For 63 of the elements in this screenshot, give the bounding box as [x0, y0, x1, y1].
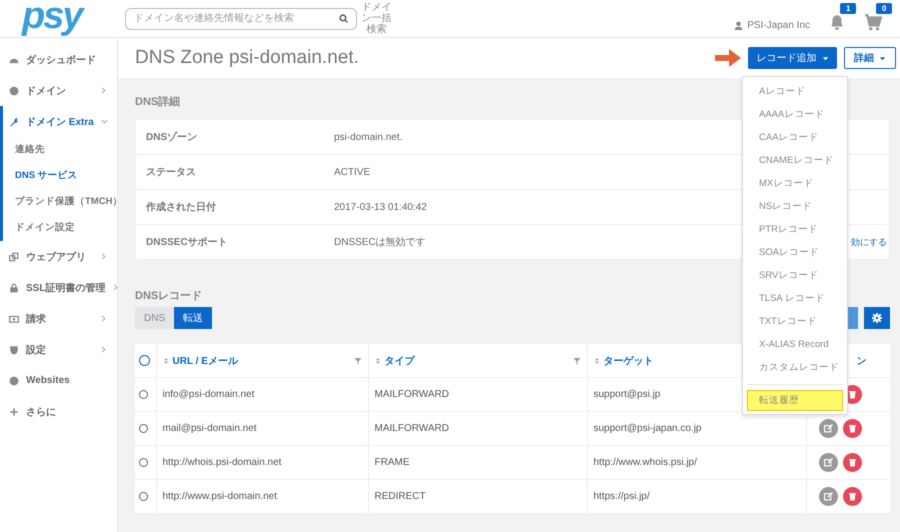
- sidebar-item[interactable]: 設定: [0, 334, 117, 365]
- sidebar-item[interactable]: 請求: [0, 303, 117, 334]
- column-header[interactable]: URL / Eメール: [172, 354, 350, 368]
- menu-item[interactable]: SRVレコード: [743, 264, 847, 287]
- table-cell: mail@psi-domain.net: [162, 423, 257, 434]
- tab[interactable]: 転送: [174, 307, 212, 329]
- table-cell: MAILFORWARD: [374, 389, 449, 400]
- enable-link[interactable]: 効にする: [851, 236, 887, 248]
- table-cell: http://www.psi-domain.net: [162, 491, 277, 502]
- sidebar-item[interactable]: さらに: [0, 396, 117, 427]
- sidebar-item[interactable]: ドメイン Extra: [3, 106, 117, 137]
- notification-count: 1: [840, 2, 856, 14]
- table-cell: support@psi-japan.co.jp: [594, 423, 702, 434]
- sidebar-item[interactable]: SSL証明書の管理: [0, 272, 117, 303]
- sidebar-subitem[interactable]: ドメイン設定: [3, 215, 117, 241]
- sidebar-item[interactable]: ドメイン: [0, 75, 117, 106]
- section-heading: DNSレコード: [135, 289, 202, 303]
- menu-item[interactable]: X-ALIAS Record: [743, 333, 847, 356]
- page-title: DNS Zone psi-domain.net.: [135, 47, 360, 69]
- user-name[interactable]: PSI-Japan Inc: [747, 20, 810, 31]
- table-cell: REDIRECT: [374, 491, 426, 502]
- table-cell: http://whois.psi-domain.net: [162, 457, 282, 468]
- search-field[interactable]: ドメイン名や連絡先情報などを検索: [125, 8, 357, 30]
- details-button[interactable]: 詳細: [844, 47, 896, 69]
- sidebar-subitem[interactable]: ブランド保護（TMCH）: [3, 189, 117, 215]
- table-cell: https://psi.jp/: [594, 491, 650, 502]
- menu-item[interactable]: NSレコード: [743, 195, 847, 218]
- menu-item[interactable]: CNAMEレコード: [743, 149, 847, 172]
- detail-label: DNSSECサポート: [146, 236, 229, 249]
- menu-item[interactable]: カスタムレコード: [743, 356, 847, 379]
- sidebar-item[interactable]: ウェブアプリ: [0, 241, 117, 272]
- sidebar-item[interactable]: ダッシュボード: [0, 44, 117, 75]
- section-heading: DNS詳細: [135, 94, 180, 109]
- table-cell: FRAME: [374, 457, 410, 468]
- detail-value: ACTIVE: [334, 166, 370, 178]
- bulk-search-link[interactable]: ドメイン一括検索: [361, 2, 392, 35]
- menu-item[interactable]: MXレコード: [743, 172, 847, 195]
- table-cell: info@psi-domain.net: [162, 389, 254, 400]
- detail-value: psi-domain.net.: [334, 132, 402, 142]
- column-header[interactable]: タイプ: [384, 354, 568, 368]
- table-cell: http://www.whois.psi.jp/: [594, 457, 697, 468]
- cart-count: 0: [876, 2, 892, 14]
- menu-item[interactable]: SOAレコード: [743, 241, 847, 264]
- menu-item[interactable]: TXTレコード: [743, 310, 847, 333]
- detail-label: ステータス: [146, 166, 197, 179]
- detail-label: 作成された日付: [146, 200, 217, 214]
- sidebar-subitem[interactable]: 連絡先: [3, 137, 117, 163]
- detail-label: DNSゾーン: [146, 130, 198, 144]
- detail-value: DNSSECは無効です: [334, 236, 426, 249]
- menu-item[interactable]: 転送履歴: [747, 390, 843, 411]
- tab[interactable]: DNS: [135, 307, 174, 329]
- detail-value: 2017-03-13 01:40:42: [334, 202, 427, 212]
- sidebar-item[interactable]: Websites: [0, 365, 117, 396]
- menu-item[interactable]: Aレコード: [743, 80, 847, 103]
- sidebar-subitem[interactable]: DNS サービス: [3, 163, 117, 189]
- add-record-button[interactable]: レコード追加: [748, 47, 837, 69]
- table-cell: support@psi.jp: [594, 389, 660, 400]
- logo[interactable]: psy: [0, 0, 118, 34]
- table-cell: MAILFORWARD: [374, 423, 449, 434]
- menu-item[interactable]: TLSA レコード: [743, 287, 847, 310]
- menu-item[interactable]: AAAAレコード: [743, 103, 847, 126]
- menu-item[interactable]: CAAレコード: [743, 126, 847, 149]
- menu-item[interactable]: PTRレコード: [743, 218, 847, 241]
